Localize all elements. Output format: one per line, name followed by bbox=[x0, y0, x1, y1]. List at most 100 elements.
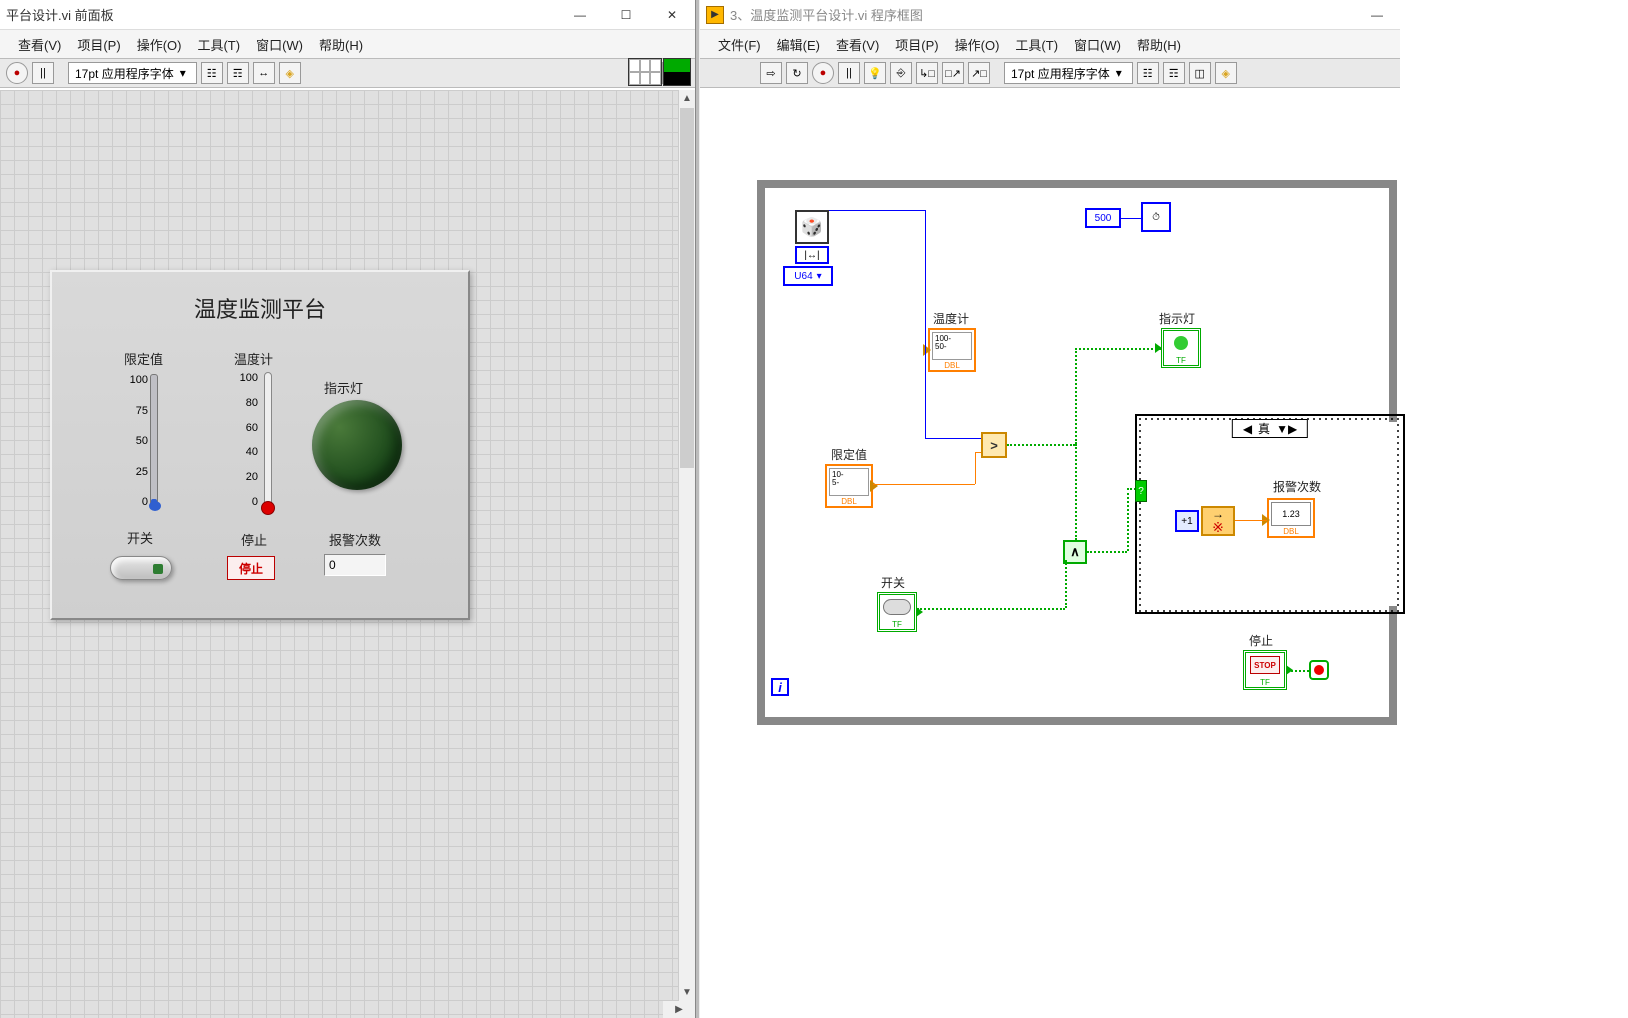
led-terminal[interactable]: TF bbox=[1161, 328, 1201, 368]
indicator-led bbox=[312, 400, 402, 490]
align-button[interactable]: ☷ bbox=[201, 62, 223, 84]
thermometer-terminal[interactable]: 100- 50- DBL bbox=[928, 328, 976, 372]
case-selector-terminal[interactable]: ? bbox=[1135, 480, 1147, 502]
while-loop[interactable]: 🎲 |↔| U64 ▾ 500 ⏱ 温度计 100- 50- DBL 限定值 1… bbox=[757, 180, 1397, 725]
vi-icon-area[interactable] bbox=[628, 58, 691, 86]
scroll-right-icon[interactable]: ▶ bbox=[663, 1001, 695, 1018]
panel-title: 温度监测平台 bbox=[52, 292, 468, 324]
increment-node[interactable]: +1 bbox=[1175, 510, 1199, 532]
cleanup-button[interactable]: ◫ bbox=[1189, 62, 1211, 84]
menu-project[interactable]: 项目(P) bbox=[77, 35, 120, 54]
wait-timer-icon[interactable]: ⏱ bbox=[1141, 202, 1171, 232]
menu-project[interactable]: 项目(P) bbox=[895, 35, 938, 54]
window-title: 3、温度监测平台设计.vi 程序框图 bbox=[730, 5, 1354, 24]
switch-label: 开关 bbox=[127, 528, 153, 547]
reorder-button[interactable]: ◈ bbox=[1215, 62, 1237, 84]
font-selector[interactable]: 17pt 应用程序字体 bbox=[1004, 62, 1133, 84]
menu-operate[interactable]: 操作(O) bbox=[955, 35, 1000, 54]
feedback-node[interactable]: →※ bbox=[1201, 506, 1235, 536]
vertical-scrollbar[interactable]: ▲ ▼ bbox=[678, 90, 695, 1001]
switch-terminal[interactable]: TF bbox=[877, 592, 917, 632]
window-title: 平台设计.vi 前面板 bbox=[6, 5, 557, 24]
loop-condition-terminal[interactable] bbox=[1309, 660, 1329, 680]
led-node-label: 指示灯 bbox=[1159, 310, 1195, 327]
thermometer: 100 80 60 40 20 0 bbox=[212, 372, 272, 512]
menu-help[interactable]: 帮助(H) bbox=[1137, 35, 1181, 54]
menu-file[interactable]: 文件(F) bbox=[718, 35, 761, 54]
minimize-button[interactable]: — bbox=[1354, 0, 1400, 30]
tick: 40 bbox=[240, 446, 258, 458]
menu-view[interactable]: 查看(V) bbox=[836, 35, 879, 54]
thermometer-node-label: 温度计 bbox=[933, 310, 969, 327]
case-selector[interactable]: ◀ 真 ▼▶ bbox=[1232, 419, 1308, 438]
block-diagram-window: ▶ 3、温度监测平台设计.vi 程序框图 — 文件(F) 编辑(E) 查看(V)… bbox=[700, 0, 1400, 1018]
wait-ms-constant[interactable]: 500 bbox=[1085, 208, 1121, 228]
alarm-count-node-label: 报警次数 bbox=[1273, 478, 1321, 495]
run-button[interactable]: ● bbox=[6, 62, 28, 84]
pause-button[interactable]: || bbox=[838, 62, 860, 84]
menu-operate[interactable]: 操作(O) bbox=[137, 35, 182, 54]
tick: 50 bbox=[130, 435, 148, 447]
greater-than-node[interactable]: > bbox=[981, 432, 1007, 458]
case-structure[interactable]: ◀ 真 ▼▶ +1 →※ 报警次数 1.23 DBL ? bbox=[1135, 414, 1405, 614]
toolbar-right: ⇨ ↻ ● || 💡 ⎆ ↳□ □↗ ↗□ 17pt 应用程序字体 ☷ ☶ ◫ … bbox=[700, 58, 1400, 88]
menu-window[interactable]: 窗口(W) bbox=[256, 35, 303, 54]
abort-button[interactable]: ● bbox=[812, 62, 834, 84]
scroll-up-icon[interactable]: ▲ bbox=[679, 90, 695, 107]
step-out-button[interactable]: ↗□ bbox=[968, 62, 990, 84]
titlebar-right[interactable]: ▶ 3、温度监测平台设计.vi 程序框图 — bbox=[700, 0, 1400, 30]
menu-edit[interactable]: 编辑(E) bbox=[777, 35, 820, 54]
highlight-exec-button[interactable]: 💡 bbox=[864, 62, 886, 84]
step-into-button[interactable]: ↳□ bbox=[916, 62, 938, 84]
limit-slider-label: 限定值 bbox=[124, 349, 163, 368]
retain-wire-button[interactable]: ⎆ bbox=[890, 62, 912, 84]
panel-container: 温度监测平台 限定值 100 75 50 25 0 温度计 bbox=[50, 270, 470, 620]
menu-help[interactable]: 帮助(H) bbox=[319, 35, 363, 54]
menu-tools[interactable]: 工具(T) bbox=[1015, 35, 1058, 54]
distribute-button[interactable]: ☶ bbox=[1163, 62, 1185, 84]
toggle-switch[interactable] bbox=[110, 556, 172, 580]
resize-button[interactable]: ↔ bbox=[253, 62, 275, 84]
stop-terminal[interactable]: STOP TF bbox=[1243, 650, 1287, 690]
tick: 25 bbox=[130, 466, 148, 478]
minimize-button[interactable]: — bbox=[557, 0, 603, 30]
titlebar-left[interactable]: 平台设计.vi 前面板 — ☐ ✕ bbox=[0, 0, 695, 30]
stop-node-label: 停止 bbox=[1249, 632, 1273, 649]
front-panel-canvas[interactable]: 温度监测平台 限定值 100 75 50 25 0 温度计 bbox=[0, 90, 695, 1018]
switch-node-label: 开关 bbox=[881, 574, 905, 591]
scroll-down-icon[interactable]: ▼ bbox=[679, 984, 695, 1001]
limit-terminal[interactable]: 10- 5- DBL bbox=[825, 464, 873, 508]
toolbar-left: ● || 17pt 应用程序字体 ☷ ☶ ↔ ◈ 🔍 ? bbox=[0, 58, 695, 88]
limit-slider[interactable]: 100 75 50 25 0 bbox=[100, 374, 158, 508]
tick: 0 bbox=[240, 496, 258, 508]
random-convert-node[interactable]: |↔| bbox=[795, 246, 829, 264]
block-diagram-canvas[interactable]: 🎲 |↔| U64 ▾ 500 ⏱ 温度计 100- 50- DBL 限定值 1… bbox=[700, 90, 1400, 1018]
thermometer-label: 温度计 bbox=[234, 349, 273, 368]
run-arrow-button[interactable]: ⇨ bbox=[760, 62, 782, 84]
scroll-thumb[interactable] bbox=[680, 108, 694, 468]
font-selector[interactable]: 17pt 应用程序字体 bbox=[68, 62, 197, 84]
random-number-node[interactable]: 🎲 bbox=[795, 210, 829, 244]
tick: 80 bbox=[240, 397, 258, 409]
labview-diagram-icon: ▶ bbox=[706, 6, 724, 24]
tick: 60 bbox=[240, 422, 258, 434]
distribute-button[interactable]: ☶ bbox=[227, 62, 249, 84]
step-over-button[interactable]: □↗ bbox=[942, 62, 964, 84]
alarm-count-terminal[interactable]: 1.23 DBL bbox=[1267, 498, 1315, 538]
reorder-button[interactable]: ◈ bbox=[279, 62, 301, 84]
tick: 20 bbox=[240, 471, 258, 483]
loop-iteration-terminal[interactable]: i bbox=[771, 678, 789, 696]
menu-window[interactable]: 窗口(W) bbox=[1074, 35, 1121, 54]
menu-tools[interactable]: 工具(T) bbox=[197, 35, 240, 54]
menu-view[interactable]: 查看(V) bbox=[18, 35, 61, 54]
close-button[interactable]: ✕ bbox=[649, 0, 695, 30]
align-button[interactable]: ☷ bbox=[1137, 62, 1159, 84]
u64-selector[interactable]: U64 ▾ bbox=[783, 266, 833, 286]
tick: 100 bbox=[130, 374, 148, 386]
run-cont-button[interactable]: ↻ bbox=[786, 62, 808, 84]
pause-button[interactable]: || bbox=[32, 62, 54, 84]
led-label: 指示灯 bbox=[324, 378, 363, 397]
stop-button[interactable]: 停止 bbox=[227, 556, 275, 580]
maximize-button[interactable]: ☐ bbox=[603, 0, 649, 30]
limit-node-label: 限定值 bbox=[831, 446, 867, 463]
